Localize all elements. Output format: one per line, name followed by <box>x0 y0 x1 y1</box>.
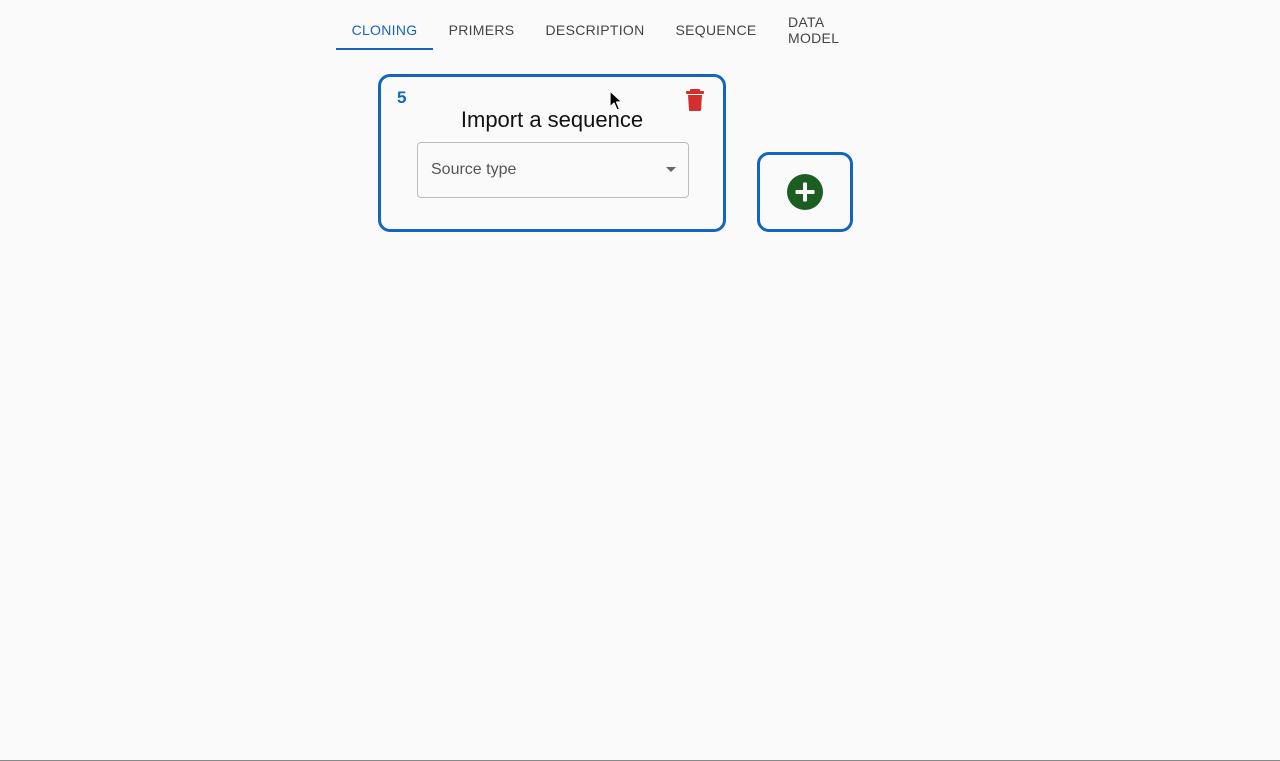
tab-sequence-label: SEQUENCE <box>675 22 757 38</box>
add-circle-icon <box>787 174 823 210</box>
source-type-select[interactable]: Source type <box>417 142 689 198</box>
tab-description-label: DESCRIPTION <box>545 22 645 38</box>
card-title: Import a sequence <box>460 107 644 132</box>
tab-data-model[interactable]: DATA MODEL <box>772 10 894 50</box>
add-source-button[interactable] <box>757 152 853 232</box>
tab-sequence[interactable]: SEQUENCE <box>660 10 772 50</box>
tab-primers[interactable]: PRIMERS <box>433 10 530 50</box>
tab-data-model-label: DATA MODEL <box>788 14 840 46</box>
tab-cloning[interactable]: CLONING <box>336 10 433 50</box>
mouse-cursor-icon <box>609 90 623 111</box>
app-page: CLONING PRIMERS DESCRIPTION SEQUENCE DAT… <box>0 0 1280 761</box>
main-tabs: CLONING PRIMERS DESCRIPTION SEQUENCE DAT… <box>336 10 894 50</box>
source-type-label: Source type <box>431 161 517 178</box>
tab-primers-label: PRIMERS <box>448 22 515 38</box>
tab-description[interactable]: DESCRIPTION <box>530 10 660 50</box>
source-id: 5 <box>397 88 407 107</box>
tab-cloning-label: CLONING <box>351 22 418 38</box>
source-card: 5 Import a sequence Source type <box>378 74 726 232</box>
dropdown-arrow-icon <box>666 167 676 172</box>
